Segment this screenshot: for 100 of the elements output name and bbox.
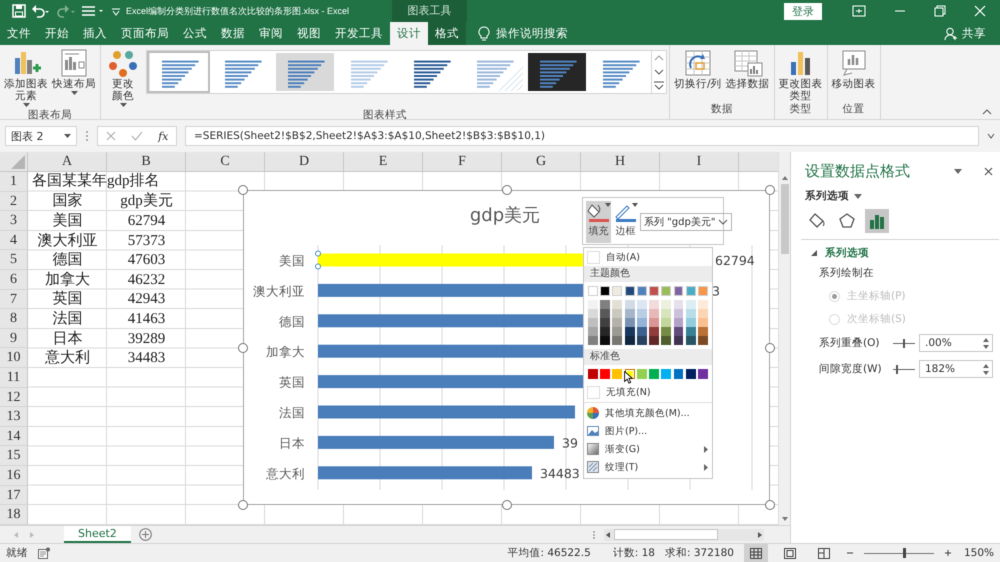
data-label: 3 bbox=[712, 283, 720, 298]
field-label: 系列绘制在 bbox=[819, 266, 875, 280]
ribbon-tab[interactable]: 设计 bbox=[390, 22, 428, 45]
row-header[interactable]: 18 bbox=[0, 505, 28, 525]
zoom-level[interactable]: 150% bbox=[964, 547, 994, 559]
sheet-tab[interactable]: Sheet2 bbox=[64, 526, 131, 543]
menu-item[interactable]: 渐变(G) bbox=[584, 440, 712, 458]
data-label: 62794 bbox=[715, 253, 755, 268]
axis-label: 澳大利亚 bbox=[253, 283, 305, 298]
row-header[interactable]: 16 bbox=[0, 466, 28, 486]
row-header[interactable]: 1 bbox=[0, 172, 28, 192]
spin-field[interactable]: 182% bbox=[919, 360, 993, 378]
column-header[interactable]: H bbox=[581, 152, 660, 171]
table-cell: 加拿大 bbox=[45, 270, 90, 289]
column-header[interactable]: I bbox=[660, 152, 739, 171]
column-header[interactable]: F bbox=[423, 152, 502, 171]
menu-section-header: 标准色 bbox=[584, 349, 712, 365]
axis-label: 德国 bbox=[279, 314, 305, 329]
column-header[interactable]: G bbox=[502, 152, 581, 171]
spin-field[interactable]: .00% bbox=[919, 334, 993, 352]
row-header[interactable]: 10 bbox=[0, 348, 28, 368]
row-header[interactable]: 5 bbox=[0, 250, 28, 270]
series-dropdown[interactable]: 系列 "gdp美元" bbox=[640, 213, 732, 231]
options-dropdown[interactable]: 系列选项 bbox=[805, 189, 862, 203]
format-tool-button[interactable]: 边框 bbox=[613, 201, 638, 243]
status-text: 就绪 bbox=[6, 546, 28, 560]
chart-title[interactable]: gdp美元 bbox=[470, 205, 540, 226]
ribbon-tab[interactable]: 开始 bbox=[38, 22, 76, 45]
ribbon-button[interactable]: 更改图表类型 bbox=[776, 48, 825, 102]
row-header[interactable]: 11 bbox=[0, 368, 28, 388]
menu-item[interactable]: 图片(P)... bbox=[584, 422, 712, 440]
table-cell: 41463 bbox=[128, 310, 166, 328]
table-cell: 美国 bbox=[52, 212, 82, 230]
table-cell: 46232 bbox=[128, 270, 166, 289]
table-cell: 47603 bbox=[128, 251, 166, 270]
row-header[interactable]: 3 bbox=[0, 211, 28, 231]
column-header[interactable]: D bbox=[265, 152, 344, 171]
ribbon-tab[interactable]: 公式 bbox=[176, 22, 214, 45]
context-tab-label: 图表工具 bbox=[392, 0, 467, 22]
format-tool-button[interactable]: 填充 bbox=[586, 201, 611, 243]
ribbon-button[interactable]: 更改颜色 bbox=[103, 48, 143, 108]
menu-item[interactable]: 无填充(N) bbox=[584, 383, 712, 401]
menu-item[interactable]: 其他填充颜色(M)... bbox=[584, 404, 712, 422]
menu-item[interactable]: 自动(A) bbox=[584, 248, 712, 266]
column-header[interactable]: B bbox=[107, 152, 186, 171]
row-header[interactable]: 8 bbox=[0, 309, 28, 329]
row-header[interactable]: 14 bbox=[0, 426, 28, 446]
ribbon-tab[interactable]: 视图 bbox=[290, 22, 328, 45]
table-cell: 各国某某年gdp排名 bbox=[32, 172, 160, 190]
column-header[interactable]: E bbox=[344, 152, 423, 171]
row-header[interactable]: 9 bbox=[0, 328, 28, 348]
table-cell: 日本 bbox=[52, 330, 82, 348]
row-header[interactable]: 15 bbox=[0, 446, 28, 466]
ribbon-tab[interactable]: 格式 bbox=[428, 22, 466, 45]
tell-me-search[interactable]: 操作说明搜索 bbox=[496, 26, 568, 41]
table-cell: 法国 bbox=[52, 310, 82, 328]
row-header[interactable]: 13 bbox=[0, 407, 28, 427]
axis-label: 美国 bbox=[279, 253, 305, 268]
ribbon-tab[interactable]: 开发工具 bbox=[328, 22, 390, 45]
table-cell: 39289 bbox=[128, 330, 166, 348]
status-text: 求和: 372180 bbox=[665, 546, 734, 560]
column-header[interactable]: C bbox=[186, 152, 265, 171]
ribbon-group-label: 图表样式 bbox=[362, 108, 408, 123]
row-header[interactable]: 2 bbox=[0, 192, 28, 212]
section-header[interactable]: 系列选项 bbox=[825, 246, 869, 260]
ribbon-group-label: 数据 bbox=[710, 102, 734, 117]
ribbon-tab[interactable]: 文件 bbox=[0, 22, 38, 45]
axis-label: 日本 bbox=[279, 435, 305, 450]
pane-title: 设置数据点格式 bbox=[805, 162, 910, 181]
row-header[interactable]: 12 bbox=[0, 388, 28, 408]
name-box[interactable]: 图表 2 bbox=[5, 126, 77, 146]
row-header[interactable]: 7 bbox=[0, 290, 28, 310]
row-header[interactable]: 17 bbox=[0, 486, 28, 506]
ribbon-tab[interactable]: 插入 bbox=[76, 22, 114, 45]
ribbon-button[interactable]: 移动图表 bbox=[830, 48, 878, 90]
ribbon-button[interactable]: 添加图表元素 bbox=[2, 48, 50, 108]
row-header[interactable]: 6 bbox=[0, 270, 28, 290]
menu-item[interactable]: 纹理(T) bbox=[584, 458, 712, 476]
field-label: 间隙宽度(W) bbox=[819, 362, 883, 376]
ribbon-group-label: 类型 bbox=[788, 102, 813, 117]
axis-label: 意大利 bbox=[266, 466, 305, 481]
sign-in-button[interactable]: 登录 bbox=[784, 2, 822, 20]
row-header[interactable]: 4 bbox=[0, 230, 28, 250]
ribbon-tab[interactable]: 审阅 bbox=[252, 22, 290, 45]
ribbon-button[interactable]: 切换行/列 bbox=[672, 48, 724, 90]
table-cell: 57373 bbox=[128, 232, 166, 250]
ribbon-button[interactable]: 快速布局 bbox=[50, 48, 98, 96]
column-header[interactable]: A bbox=[28, 152, 107, 171]
ribbon-tab[interactable]: 页面布局 bbox=[114, 22, 176, 45]
menu-section-header: 主题颜色 bbox=[584, 266, 712, 282]
field-label: 系列重叠(O) bbox=[819, 336, 880, 350]
insert-function-button[interactable]: fx bbox=[158, 130, 168, 142]
axis-label: 法国 bbox=[279, 405, 305, 420]
ribbon-button[interactable]: 选择数据 bbox=[724, 48, 772, 90]
ribbon-tab[interactable]: 数据 bbox=[214, 22, 252, 45]
ribbon-group-label: 位置 bbox=[842, 102, 866, 117]
status-text: 计数: 18 bbox=[612, 546, 655, 560]
share-button[interactable]: 共享 bbox=[944, 22, 986, 45]
formula-field[interactable]: =SERIES(Sheet2!$B$2,Sheet2!$A$3:$A$10,Sheet2!$B$3:$B$10,1) bbox=[185, 126, 979, 146]
table-cell: gdp美元 bbox=[120, 192, 173, 210]
